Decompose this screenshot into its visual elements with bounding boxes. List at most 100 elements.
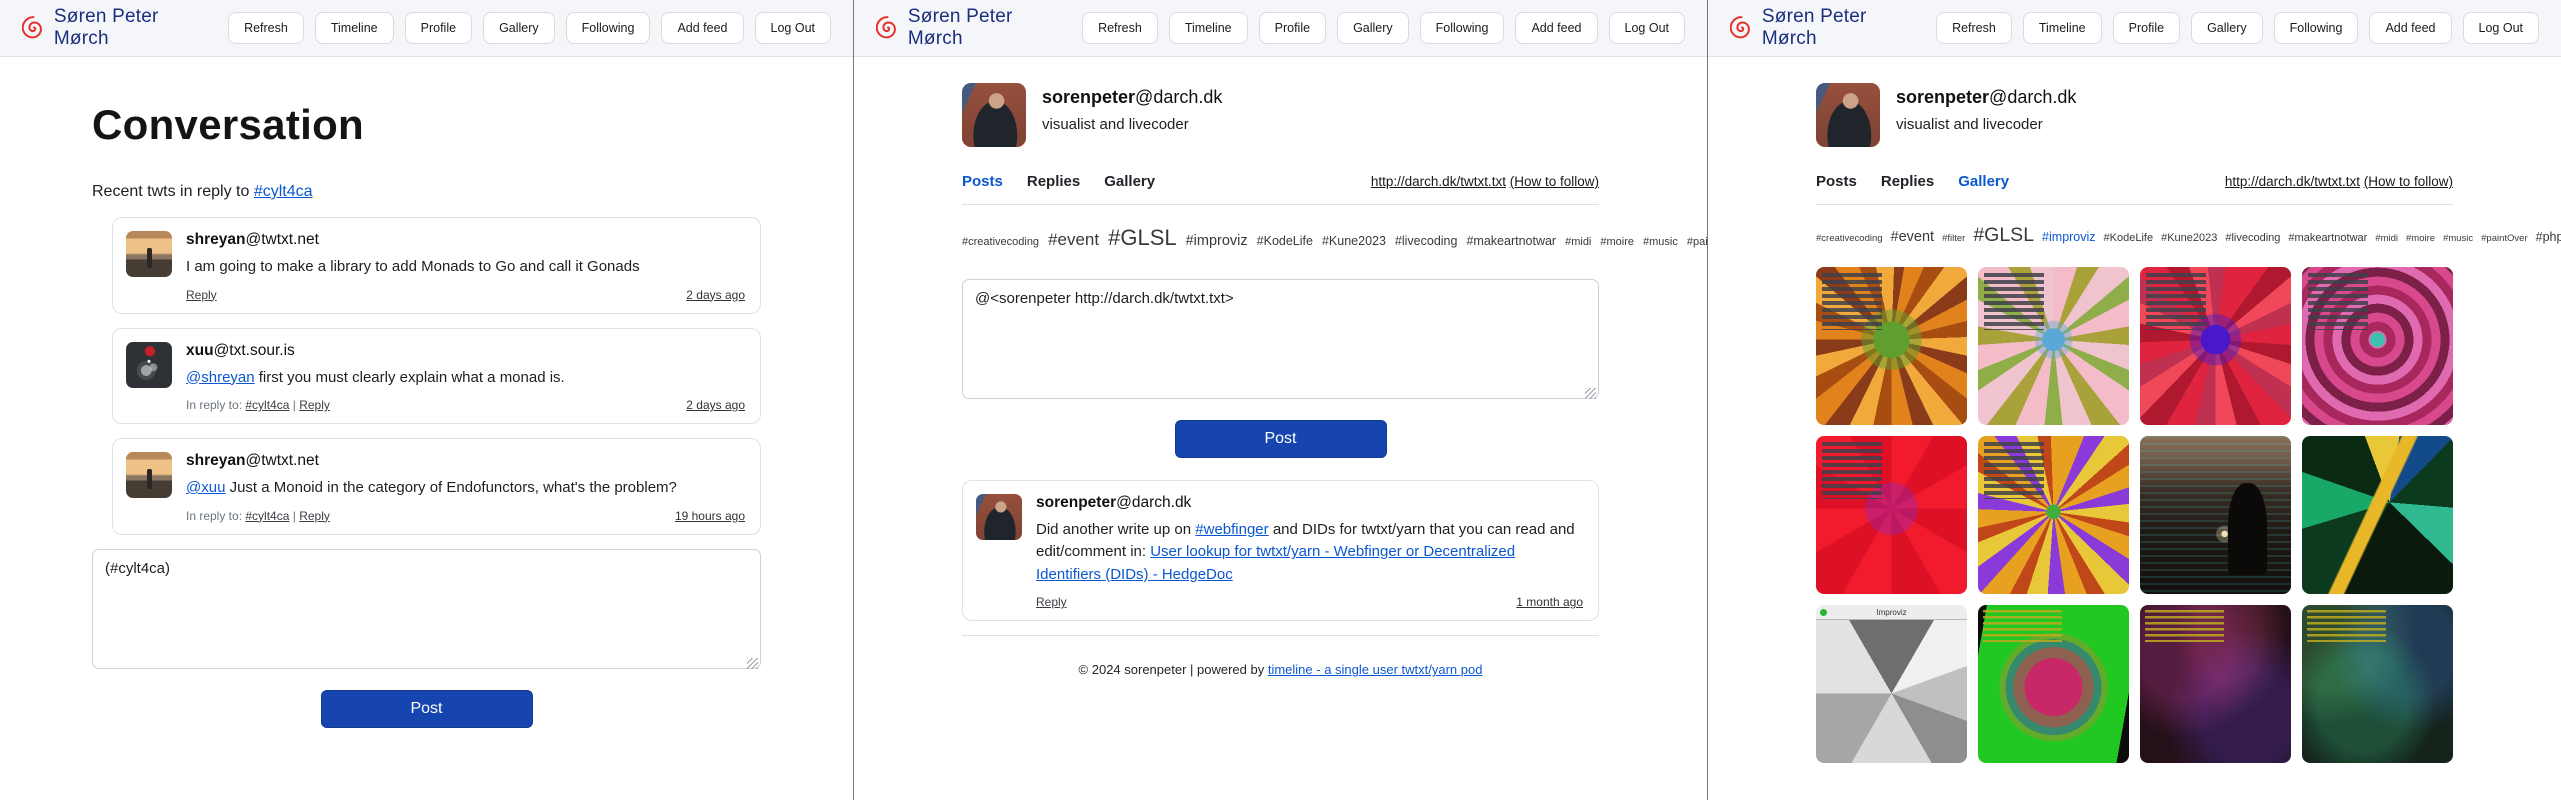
in-reply-to-tag-link[interactable]: #cylt4ca xyxy=(245,509,289,523)
post-button[interactable]: Post xyxy=(1175,420,1387,458)
post-button[interactable]: Post xyxy=(321,690,533,728)
feed-url-link[interactable]: http://darch.dk/twtxt.txt xyxy=(2225,174,2360,189)
tag-link-paintover[interactable]: #paintOver xyxy=(1687,236,1708,248)
gallery-image[interactable] xyxy=(1816,436,1967,594)
tag-link-creativecoding[interactable]: #creativecoding xyxy=(962,236,1039,248)
tag-link-filter[interactable]: #filter xyxy=(1942,233,1965,244)
feed-url-link[interactable]: http://darch.dk/twtxt.txt xyxy=(1371,174,1506,189)
nav-button-timeline[interactable]: Timeline xyxy=(1169,12,1248,44)
post-author-link[interactable]: xuu@txt.sour.is xyxy=(186,342,295,359)
reply-link[interactable]: Reply xyxy=(186,288,217,302)
gallery-image[interactable] xyxy=(1978,605,2129,763)
post-timestamp-link[interactable]: 1 month ago xyxy=(1516,595,1583,609)
how-to-follow-link[interactable]: (How to follow) xyxy=(2364,174,2453,189)
how-to-follow-link[interactable]: (How to follow) xyxy=(1510,174,1599,189)
tag-link-event[interactable]: #event xyxy=(1891,229,1935,245)
tab-posts[interactable]: Posts xyxy=(1816,173,1857,190)
post-author-link[interactable]: shreyan@twtxt.net xyxy=(186,452,319,469)
tag-link-kodelife[interactable]: #KodeLife xyxy=(1257,234,1313,248)
tag-link-kune2023[interactable]: #Kune2023 xyxy=(2161,232,2217,244)
reply-composer-input[interactable]: (#cylt4ca) xyxy=(92,549,761,669)
tag-link-creativecoding[interactable]: #creativecoding xyxy=(1816,233,1883,244)
tag-link-moire[interactable]: #moire xyxy=(2406,233,2435,244)
post-timestamp-link[interactable]: 19 hours ago xyxy=(675,509,745,523)
nav-button-following[interactable]: Following xyxy=(2274,12,2359,44)
tag-link-moire[interactable]: #moire xyxy=(1600,236,1634,248)
tab-gallery[interactable]: Gallery xyxy=(1104,173,1155,190)
nav-button-refresh[interactable]: Refresh xyxy=(1936,12,2012,44)
post-author-link[interactable]: sorenpeter@darch.dk xyxy=(1036,494,1191,511)
tag-link-livecoding[interactable]: #livecoding xyxy=(2225,232,2280,244)
tag-link-event[interactable]: #event xyxy=(1048,230,1099,249)
nav-button-timeline[interactable]: Timeline xyxy=(315,12,394,44)
nav-button-add-feed[interactable]: Add feed xyxy=(661,12,743,44)
tag-link-midi[interactable]: #midi xyxy=(2375,233,2398,244)
tag-link-midi[interactable]: #midi xyxy=(1565,236,1591,248)
tag-link-improviz[interactable]: #improviz xyxy=(2042,230,2096,244)
tag-link-paintover[interactable]: #paintOver xyxy=(2481,233,2527,244)
tab-posts[interactable]: Posts xyxy=(962,173,1003,190)
tag-link-kune2023[interactable]: #Kune2023 xyxy=(1322,234,1386,248)
tab-replies[interactable]: Replies xyxy=(1881,173,1934,190)
gallery-image[interactable] xyxy=(2140,605,2291,763)
post-body: @xuu Just a Monoid in the category of En… xyxy=(186,477,745,500)
thread-tag-link[interactable]: #cylt4ca xyxy=(254,183,313,200)
post-body-link[interactable]: #webfinger xyxy=(1195,521,1268,538)
nav-button-log-out[interactable]: Log Out xyxy=(2463,12,2539,44)
post-composer-input[interactable]: @<sorenpeter http://darch.dk/twtxt.txt> xyxy=(962,279,1599,399)
footer-timeline-link[interactable]: timeline - a single user twtxt/yarn pod xyxy=(1268,662,1483,677)
nav-button-gallery[interactable]: Gallery xyxy=(1337,12,1409,44)
gallery-image[interactable] xyxy=(2140,267,2291,425)
nav-button-following[interactable]: Following xyxy=(1420,12,1505,44)
top-nav-bar: Søren Peter Mørch Refresh Timeline Profile… xyxy=(854,0,1707,57)
gallery-image[interactable]: Improviz xyxy=(1816,605,1967,763)
nav-button-profile[interactable]: Profile xyxy=(1259,12,1326,44)
gallery-image[interactable] xyxy=(2302,267,2453,425)
post-body-link[interactable]: User lookup for twtxt/yarn - Webfinger o… xyxy=(1036,543,1515,583)
gallery-image[interactable] xyxy=(1978,267,2129,425)
nav-button-add-feed[interactable]: Add feed xyxy=(1515,12,1597,44)
tag-link-makeartnotwar[interactable]: #makeartnotwar xyxy=(2288,232,2367,244)
gallery-image[interactable] xyxy=(2302,605,2453,763)
tag-link-makeartnotwar[interactable]: #makeartnotwar xyxy=(1466,234,1556,248)
nav-button-profile[interactable]: Profile xyxy=(2113,12,2180,44)
brand-home-link[interactable]: Søren Peter Mørch xyxy=(876,6,1072,50)
post-body: @shreyan first you must clearly explain … xyxy=(186,367,745,390)
gallery-image[interactable] xyxy=(1978,436,2129,594)
reply-link[interactable]: Reply xyxy=(299,509,330,523)
tag-link-kodelife[interactable]: #KodeLife xyxy=(2104,232,2154,244)
nav-button-gallery[interactable]: Gallery xyxy=(483,12,555,44)
nav-button-timeline[interactable]: Timeline xyxy=(2023,12,2102,44)
post-timestamp-link[interactable]: 2 days ago xyxy=(686,288,745,302)
nav-button-refresh[interactable]: Refresh xyxy=(228,12,304,44)
tag-link-phpub2twtxt[interactable]: #phpub2twtxt xyxy=(2536,230,2561,244)
reply-link[interactable]: Reply xyxy=(1036,595,1067,609)
nav-button-profile[interactable]: Profile xyxy=(405,12,472,44)
brand-home-link[interactable]: Søren Peter Mørch xyxy=(22,6,218,50)
nav-button-log-out[interactable]: Log Out xyxy=(755,12,831,44)
gallery-image[interactable] xyxy=(2140,436,2291,594)
nav-button-following[interactable]: Following xyxy=(566,12,651,44)
tag-link-glsl[interactable]: #GLSL xyxy=(1973,224,2034,246)
gallery-image[interactable] xyxy=(1816,267,1967,425)
in-reply-to-tag-link[interactable]: #cylt4ca xyxy=(245,398,289,412)
tag-link-livecoding[interactable]: #livecoding xyxy=(1395,234,1458,248)
nav-button-gallery[interactable]: Gallery xyxy=(2191,12,2263,44)
brand-home-link[interactable]: Søren Peter Mørch xyxy=(1730,6,1926,50)
tag-link-glsl[interactable]: #GLSL xyxy=(1108,225,1177,250)
post-body-link[interactable]: @shreyan xyxy=(186,369,255,386)
profile-username: sorenpeter@darch.dk xyxy=(1896,87,2076,108)
tag-link-improviz[interactable]: #improviz xyxy=(1186,233,1248,249)
gallery-image[interactable] xyxy=(2302,436,2453,594)
post-body-link[interactable]: @xuu xyxy=(186,479,225,496)
tag-link-music[interactable]: #music xyxy=(2443,233,2473,244)
post-author-link[interactable]: shreyan@twtxt.net xyxy=(186,231,319,248)
nav-button-log-out[interactable]: Log Out xyxy=(1609,12,1685,44)
post-timestamp-link[interactable]: 2 days ago xyxy=(686,398,745,412)
tab-gallery[interactable]: Gallery xyxy=(1958,173,2009,190)
nav-button-refresh[interactable]: Refresh xyxy=(1082,12,1158,44)
tag-link-music[interactable]: #music xyxy=(1643,236,1678,248)
reply-link[interactable]: Reply xyxy=(299,398,330,412)
nav-button-add-feed[interactable]: Add feed xyxy=(2369,12,2451,44)
tab-replies[interactable]: Replies xyxy=(1027,173,1080,190)
